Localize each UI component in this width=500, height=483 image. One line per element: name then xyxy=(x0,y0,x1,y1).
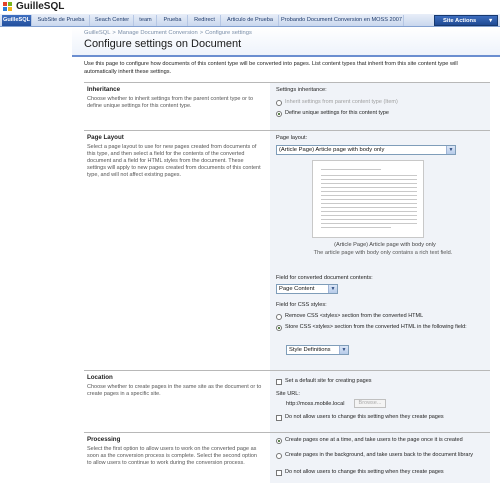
breadcrumb-separator: > xyxy=(112,30,116,36)
css-field-value: Style Definitions xyxy=(289,347,331,353)
contents-field-label: Field for converted document contents: xyxy=(276,275,373,281)
tab-prueba[interactable]: Prueba xyxy=(158,15,188,26)
page-layout-value: (Article Page) Article page with body on… xyxy=(279,147,385,153)
breadcrumb: GuilleSQL > Manage Document Conversion > Con… xyxy=(84,30,252,36)
processing-settings-panel: Create pages one at a time, and take use… xyxy=(270,432,490,483)
inheritance-settings-panel: Settings inheritance: Inherit settings f… xyxy=(270,82,490,130)
page-title: Configure settings on Document xyxy=(84,38,242,50)
location-no-change-label: Do not allow users to change this settin… xyxy=(285,414,444,420)
preview-line xyxy=(321,203,417,204)
processing-no-change-checkbox[interactable] xyxy=(276,470,282,476)
create-in-background-radio[interactable] xyxy=(276,453,282,459)
remove-css-radio[interactable] xyxy=(276,314,282,320)
site-actions-label: Site Actions xyxy=(443,18,477,24)
tab-guillesql[interactable]: GuilleSQL xyxy=(2,15,32,26)
preview-line xyxy=(321,199,417,200)
title-area: GuilleSQL > Manage Document Conversion > Con… xyxy=(72,27,500,55)
default-site-checkbox[interactable] xyxy=(276,379,282,385)
contents-field-select[interactable]: Page Content ▼ xyxy=(276,284,338,294)
inheritance-section: Inheritance Choose whether to inherit se… xyxy=(84,82,490,130)
create-one-at-a-time-radio[interactable] xyxy=(276,438,282,444)
processing-description: Select the first option to allow users t… xyxy=(87,446,257,466)
breadcrumb-item[interactable]: GuilleSQL xyxy=(84,30,110,36)
page-layout-description-panel: Page Layout Select a page layout to use … xyxy=(84,130,270,370)
preview-caption: (Article Page) Article page with body on… xyxy=(334,242,436,248)
tab-probando-document-conversion[interactable]: Probando Document Conversion en MOSS 200… xyxy=(280,15,404,26)
breadcrumb-current: Configure settings xyxy=(205,30,252,36)
create-one-at-a-time-label: Create pages one at a time, and take use… xyxy=(285,437,463,443)
tab-seach-center[interactable]: Seach Center xyxy=(91,15,134,26)
tab-articulo-de-prueba[interactable]: Articulo de Prueba xyxy=(222,15,279,26)
chevron-down-icon: ▾ xyxy=(489,18,492,24)
page-layout-label: Page layout: xyxy=(276,135,308,141)
inheritance-description-panel: Inheritance Choose whether to inherit se… xyxy=(84,82,270,130)
site-url-value: http://moss.mobile.local xyxy=(286,401,345,407)
chevron-down-icon: ▼ xyxy=(339,346,348,354)
create-in-background-label: Create pages in the background, and take… xyxy=(285,452,474,458)
left-strip xyxy=(0,27,72,483)
location-description: Choose whether to create pages in the sa… xyxy=(87,384,262,397)
page-layout-description: Select a page layout to use for new page… xyxy=(87,144,261,178)
remove-css-label: Remove CSS <styles> section from the con… xyxy=(285,313,424,319)
chevron-down-icon: ▼ xyxy=(328,285,337,293)
store-css-label: Store CSS <styles> section from the conv… xyxy=(285,324,467,330)
preview-line xyxy=(321,207,417,208)
intro-text: Use this page to configure how documents… xyxy=(84,61,458,75)
processing-description-panel: Processing Select the first option to al… xyxy=(84,432,270,483)
location-section: Location Choose whether to create pages … xyxy=(84,370,490,432)
location-settings-panel: Set a default site for creating pages Si… xyxy=(270,370,490,432)
inheritance-description: Choose whether to inherit settings from … xyxy=(87,96,254,109)
contents-field-value: Page Content xyxy=(279,286,315,292)
site-logo-icon xyxy=(3,2,13,12)
title-divider xyxy=(72,55,500,57)
define-unique-label: Define unique settings for this content … xyxy=(285,110,389,116)
page-layout-heading: Page Layout xyxy=(87,134,124,141)
inherit-settings-radio[interactable] xyxy=(276,100,282,106)
top-nav: GuilleSQL SubSite de Prueba Seach Center… xyxy=(0,14,500,27)
preview-line xyxy=(321,223,417,224)
preview-line xyxy=(321,211,417,212)
tab-redirect[interactable]: Redirect xyxy=(189,15,221,26)
processing-no-change-label: Do not allow users to change this settin… xyxy=(285,469,444,475)
define-unique-radio[interactable] xyxy=(276,111,282,117)
preview-line xyxy=(321,219,417,220)
preview-line xyxy=(321,175,417,176)
preview-line xyxy=(321,195,417,196)
location-description-panel: Location Choose whether to create pages … xyxy=(84,370,270,432)
location-heading: Location xyxy=(87,374,113,381)
preview-line xyxy=(321,215,417,216)
site-url-label: Site URL: xyxy=(276,391,300,397)
processing-heading: Processing xyxy=(87,436,121,443)
default-site-label: Set a default site for creating pages xyxy=(285,378,372,384)
store-css-radio[interactable] xyxy=(276,325,282,331)
preview-line xyxy=(321,227,391,228)
preview-line xyxy=(321,191,417,192)
css-field-select[interactable]: Style Definitions ▼ xyxy=(286,345,349,355)
inheritance-heading: Inheritance xyxy=(87,86,121,93)
css-field-label: Field for CSS styles: xyxy=(276,302,327,308)
preview-line xyxy=(321,187,417,188)
site-title[interactable]: GuilleSQL xyxy=(16,1,64,12)
top-bar: GuilleSQL xyxy=(0,0,500,14)
breadcrumb-separator: > xyxy=(199,30,204,36)
preview-line xyxy=(321,183,417,184)
preview-description: The article page with body only contains… xyxy=(313,250,453,256)
settings-inheritance-label: Settings inheritance: xyxy=(276,87,327,93)
tab-subsite-de-prueba[interactable]: SubSite de Prueba xyxy=(33,15,90,26)
layout-preview-image xyxy=(312,160,424,238)
browse-button[interactable]: Browse... xyxy=(354,399,386,408)
location-no-change-checkbox[interactable] xyxy=(276,415,282,421)
breadcrumb-item[interactable]: Manage Document Conversion xyxy=(118,30,198,36)
tab-team[interactable]: team xyxy=(135,15,157,26)
chevron-down-icon: ▼ xyxy=(446,146,455,154)
site-actions-button[interactable]: Site Actions ▾ xyxy=(434,15,498,26)
inherit-settings-label: Inherit settings from parent content typ… xyxy=(285,99,398,105)
preview-line xyxy=(321,169,381,170)
processing-section: Processing Select the first option to al… xyxy=(84,432,490,483)
preview-line xyxy=(321,179,417,180)
page-layout-section: Page Layout Select a page layout to use … xyxy=(84,130,490,370)
page-layout-select[interactable]: (Article Page) Article page with body on… xyxy=(276,145,456,155)
